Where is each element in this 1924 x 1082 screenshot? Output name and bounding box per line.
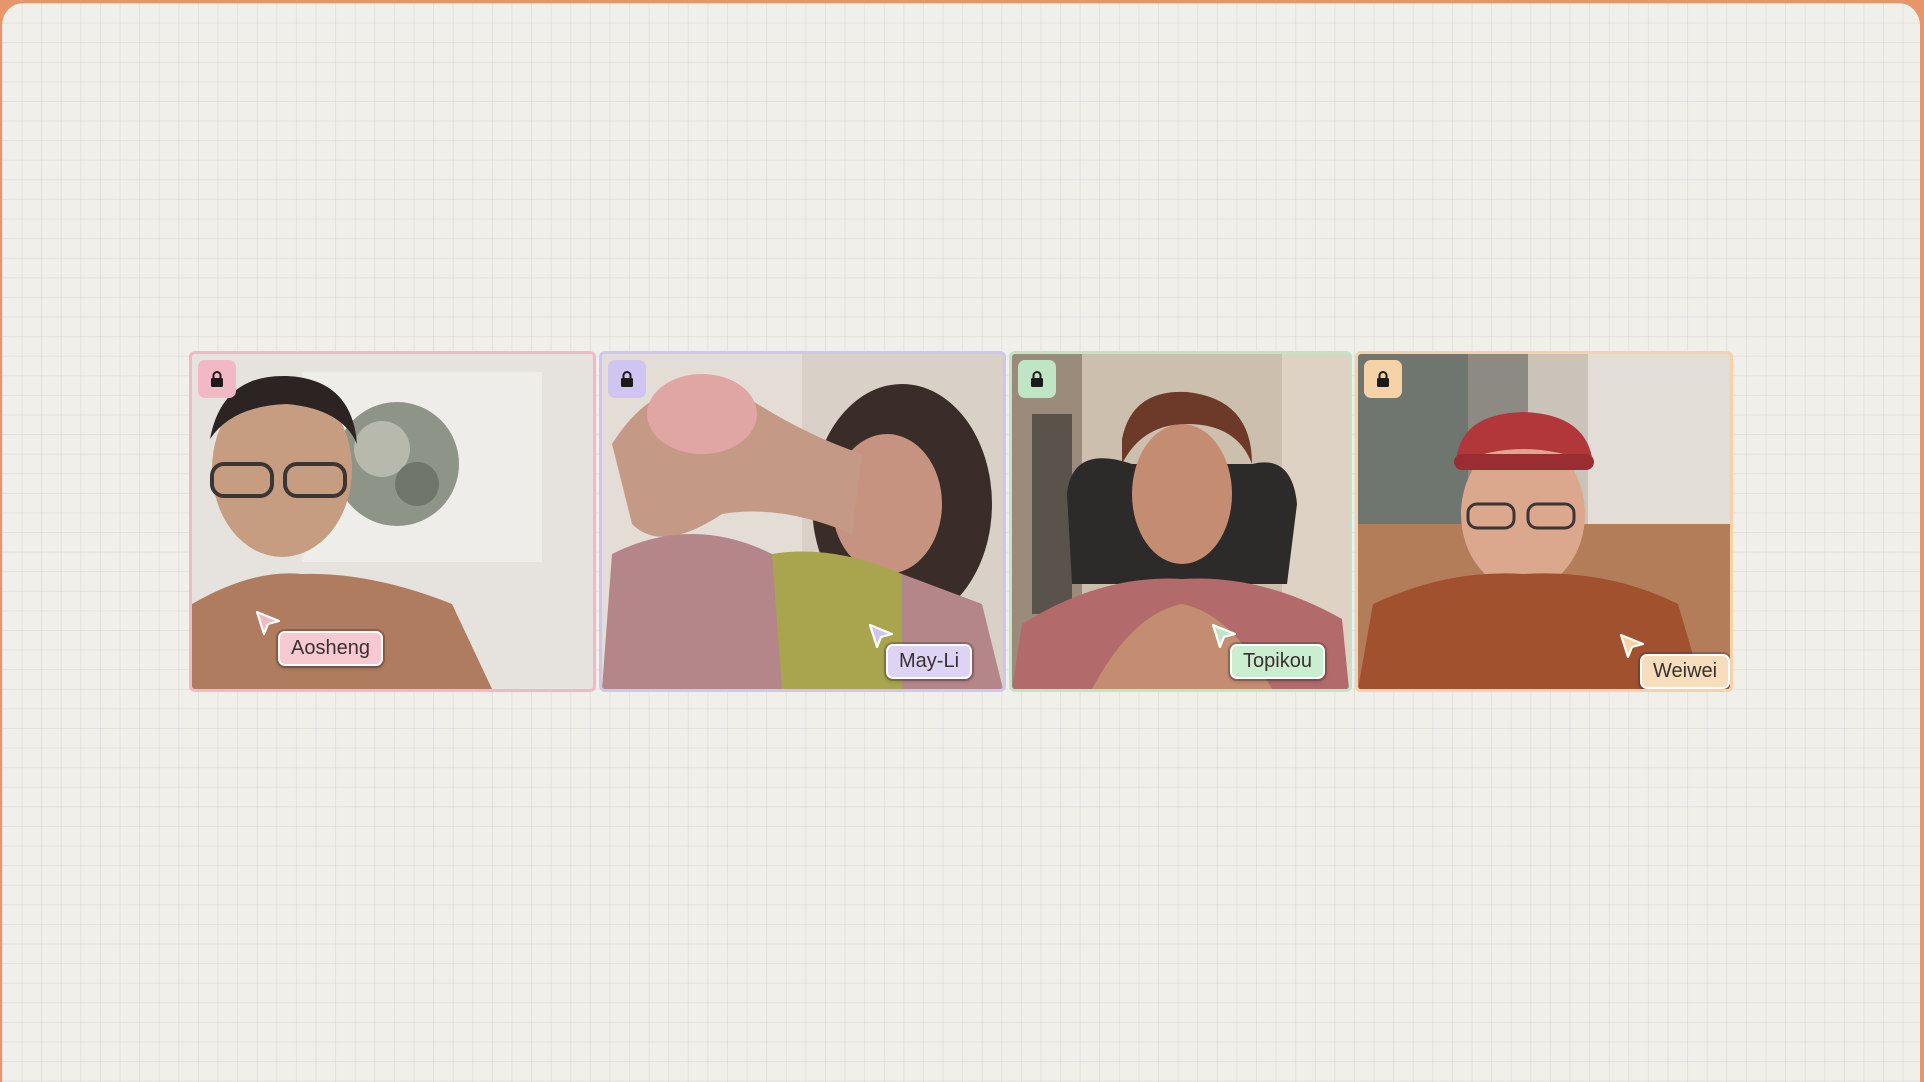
pointer-cursor-icon <box>255 610 281 636</box>
lock-icon <box>621 370 633 387</box>
lock-badge[interactable] <box>1364 360 1402 398</box>
participant-name-tag: Weiwei <box>1640 654 1730 689</box>
video-feed-weiwei <box>1358 354 1730 689</box>
lock-badge[interactable] <box>608 360 646 398</box>
lock-badge[interactable] <box>198 360 236 398</box>
lock-badge[interactable] <box>1018 360 1056 398</box>
lock-icon <box>1031 370 1043 387</box>
participant-name-tag: Topikou <box>1230 644 1325 679</box>
video-tile-topikou[interactable]: Topikou <box>1009 351 1352 692</box>
lock-icon <box>211 370 223 387</box>
video-feed-aosheng <box>192 354 593 689</box>
video-feed-may-li <box>602 354 1003 689</box>
participant-name-tag: Aosheng <box>278 631 383 666</box>
video-tile-aosheng[interactable]: Aosheng <box>189 351 596 692</box>
participant-name-tag: May-Li <box>886 644 973 679</box>
video-tile-may-li[interactable]: May-Li <box>599 351 1006 692</box>
video-tile-weiwei[interactable]: Weiwei <box>1355 351 1733 692</box>
video-feed-topikou <box>1012 354 1349 689</box>
canvas[interactable]: Aosheng May-Li Topikou Weiwei <box>2 3 1920 1082</box>
lock-icon <box>1377 370 1389 387</box>
